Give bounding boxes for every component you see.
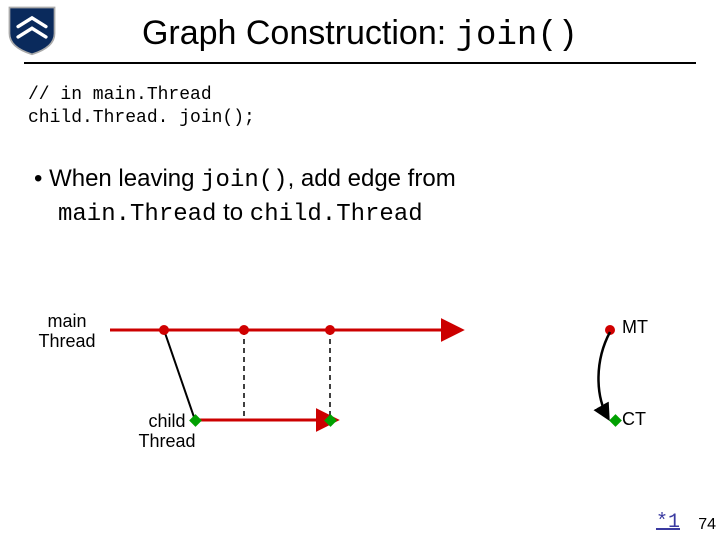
label-child-thread: child Thread: [132, 412, 202, 452]
title-divider: [24, 62, 696, 64]
bullet-text: • When leaving join(), add edge from: [28, 163, 692, 197]
footnote-link[interactable]: *1: [656, 511, 680, 534]
slide-title: Graph Construction: join(): [0, 8, 720, 55]
label-ct: CT: [622, 410, 646, 430]
label-mt: MT: [622, 318, 648, 338]
thread-diagram: [0, 300, 720, 500]
shield-logo-icon: [6, 4, 58, 56]
bullet-continuation: main.Thread to child.Thread: [28, 197, 692, 231]
label-main-thread: main Thread: [32, 312, 102, 352]
page-number: 74: [698, 516, 716, 534]
code-snippet: // in main.Thread child.Thread. join();: [28, 84, 692, 129]
